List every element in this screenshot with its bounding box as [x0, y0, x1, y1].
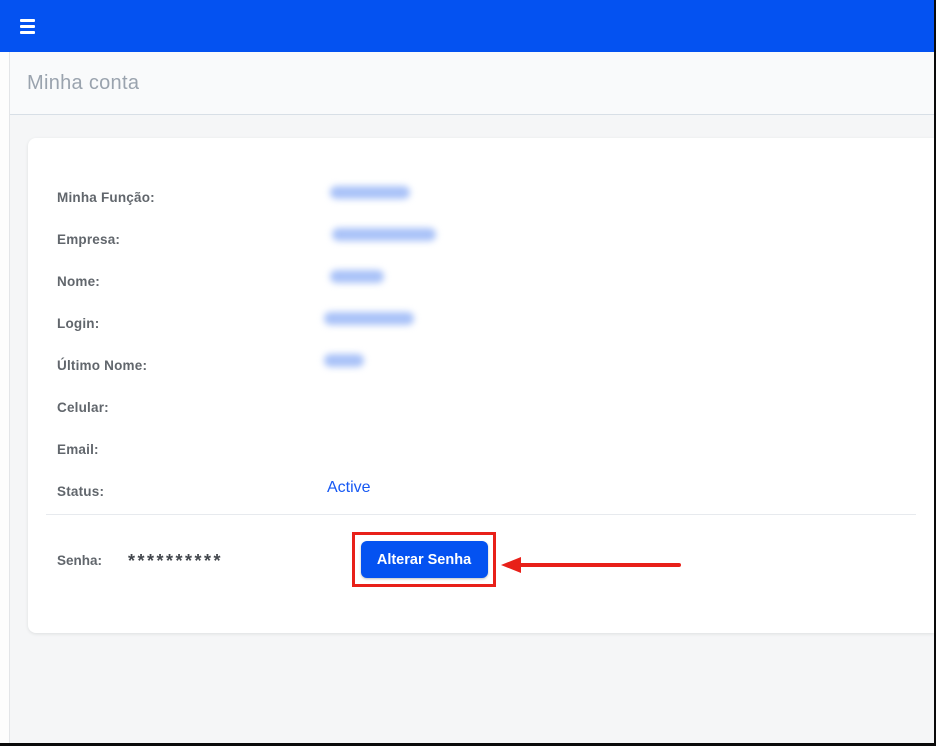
hamburger-bar: [20, 18, 35, 22]
field-label: Celular:: [57, 399, 109, 415]
field-label: Status:: [57, 483, 105, 499]
field-row-login: Login:: [28, 302, 934, 344]
redacted-value-bar: [324, 353, 364, 367]
field-label: Minha Função:: [57, 189, 155, 205]
redacted-value-bar: [330, 185, 410, 199]
field-value-redacted: [330, 185, 934, 204]
hamburger-bar: [20, 24, 35, 28]
field-row-status: Status: Active: [28, 470, 934, 512]
field-label: Último Nome:: [57, 357, 148, 373]
page-header: Minha conta: [10, 52, 934, 115]
field-row-celular: Celular:: [28, 386, 934, 428]
page-title: Minha conta: [27, 71, 140, 94]
field-label: Nome:: [57, 273, 101, 289]
top-navbar: [0, 0, 934, 52]
field-value-redacted: [330, 227, 934, 246]
field-row-ultimo-nome: Último Nome:: [28, 344, 934, 386]
redacted-value-bar: [332, 227, 436, 241]
redacted-value-bar: [330, 269, 384, 283]
field-row-minha-funcao: Minha Função:: [28, 176, 934, 218]
annotation-highlight-rectangle: Alterar Senha: [352, 532, 496, 587]
field-label: Login:: [57, 315, 100, 331]
field-row-email: Email:: [28, 428, 934, 470]
field-label: Email:: [57, 441, 99, 457]
field-label: Empresa:: [57, 231, 121, 247]
annotation-arrow: [501, 557, 681, 573]
change-password-button[interactable]: Alterar Senha: [360, 541, 488, 578]
hamburger-menu-icon[interactable]: [20, 18, 35, 34]
field-value-redacted: [330, 269, 934, 288]
password-masked-value: **********: [128, 551, 224, 571]
field-row-empresa: Empresa:: [28, 218, 934, 260]
redacted-value-bar: [324, 311, 414, 325]
account-card: Minha Função: Empresa: Nome: Login: Últi…: [28, 138, 934, 633]
account-fields: Minha Função: Empresa: Nome: Login: Últi…: [28, 138, 934, 512]
collapsed-sidebar-rail: [0, 52, 10, 743]
field-row-nome: Nome:: [28, 260, 934, 302]
field-value-redacted: [324, 353, 934, 372]
field-value-redacted: [324, 311, 934, 330]
app-window: Minha conta Minha Função: Empresa: Nome:…: [0, 0, 936, 746]
password-label: Senha:: [57, 553, 103, 568]
hamburger-bar: [20, 30, 35, 34]
arrow-tail: [518, 563, 681, 567]
status-value: Active: [327, 479, 371, 496]
password-section: Senha: ********** Alterar Senha: [28, 515, 934, 631]
